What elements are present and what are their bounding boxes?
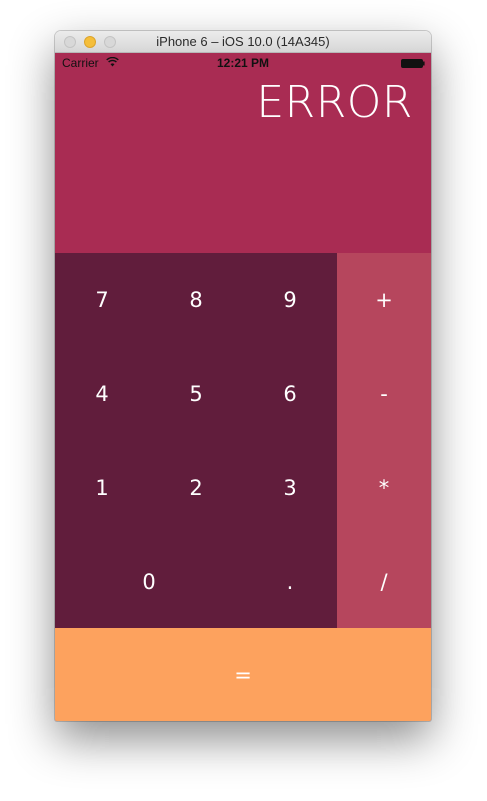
key-6[interactable]: 6: [243, 347, 337, 441]
key-decimal[interactable]: .: [243, 535, 337, 628]
key-subtract[interactable]: -: [337, 347, 431, 441]
key-1[interactable]: 1: [55, 441, 149, 535]
key-5[interactable]: 5: [149, 347, 243, 441]
window-title: iPhone 6 – iOS 10.0 (14A345): [156, 34, 330, 49]
key-0[interactable]: 0: [55, 535, 243, 628]
key-9[interactable]: 9: [243, 253, 337, 347]
key-8[interactable]: 8: [149, 253, 243, 347]
key-divide[interactable]: /: [337, 535, 431, 628]
key-add[interactable]: +: [337, 253, 431, 347]
battery-icon: [401, 59, 425, 68]
operator-column: + - * /: [337, 253, 431, 628]
key-4[interactable]: 4: [55, 347, 149, 441]
display-value: ERROR: [256, 77, 413, 128]
window-titlebar: iPhone 6 – iOS 10.0 (14A345): [55, 31, 431, 53]
number-keypad: 7 8 9 4 5 6 1 2 3 0 .: [55, 253, 337, 628]
key-multiply[interactable]: *: [337, 441, 431, 535]
key-3[interactable]: 3: [243, 441, 337, 535]
calculator-display: ERROR: [55, 73, 431, 253]
status-bar: Carrier 12:21 PM: [55, 53, 431, 73]
key-2[interactable]: 2: [149, 441, 243, 535]
key-equals[interactable]: =: [55, 628, 431, 721]
key-7[interactable]: 7: [55, 253, 149, 347]
simulator-window: iPhone 6 – iOS 10.0 (14A345) Carrier 12:…: [55, 31, 431, 721]
status-time: 12:21 PM: [216, 56, 270, 70]
device-screen: Carrier 12:21 PM ERROR 7 8 9 4 5 6 1 2 3…: [55, 53, 431, 721]
